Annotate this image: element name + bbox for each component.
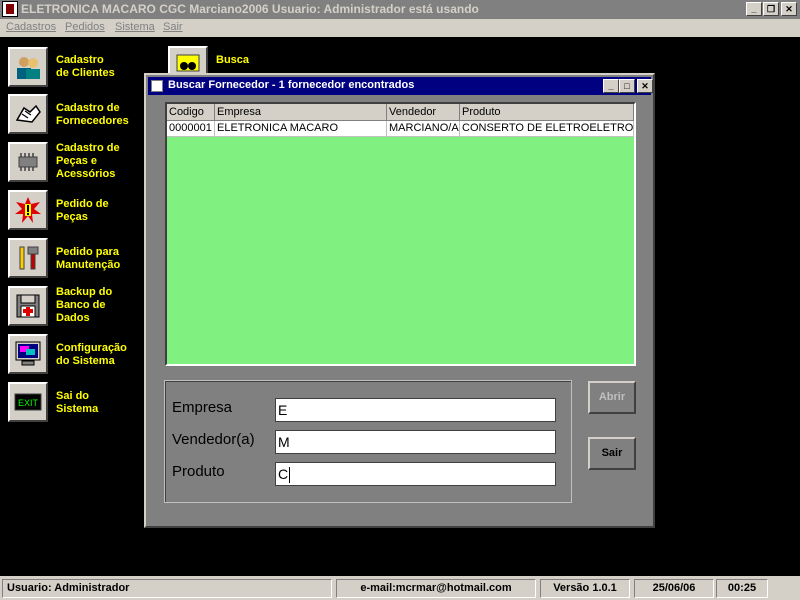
cell-empresa: ELETRONICA MACARO [215, 121, 387, 137]
column-header-empresa[interactable]: Empresa [215, 104, 387, 121]
sidebar-label-fornecedores: Cadastro de Fornecedores [56, 102, 129, 127]
sidebar-label-configuracao: Configuração do Sistema [56, 342, 127, 367]
close-button[interactable]: ✕ [781, 2, 797, 16]
minimize-button[interactable]: _ [746, 2, 762, 16]
cell-vendedor: MARCIANO/A [387, 121, 460, 137]
dialog-minimize-button[interactable]: _ [603, 79, 619, 93]
dialog-icon [151, 80, 163, 92]
status-version: Versão 1.0.1 [540, 579, 630, 598]
dialog-close-button[interactable]: ✕ [637, 79, 653, 93]
status-bar: Usuario: Administrador e-mail:mcrmar@hot… [0, 576, 800, 600]
sidebar-label-pecas: Cadastro de Peças e Acessórios [56, 142, 120, 180]
column-header-codigo[interactable]: Codigo [167, 104, 215, 121]
alert-icon [15, 197, 41, 223]
dialog-title: Buscar Fornecedor - 1 fornecedor encontr… [168, 79, 415, 91]
sidebar-label-manutencao: Pedido para Manutenção [56, 246, 121, 271]
status-date: 25/06/06 [634, 579, 714, 598]
monitor-icon [15, 341, 41, 366]
buscar-fornecedor-dialog: Buscar Fornecedor - 1 fornecedor encontr… [144, 73, 655, 528]
column-header-vendedor[interactable]: Vendedor [387, 104, 460, 121]
filter-frame: Empresa E Vendedor(a) M Produto C [164, 380, 572, 503]
sair-button[interactable]: Sair [588, 437, 636, 470]
status-email: e-mail:mcrmar@hotmail.com [336, 579, 536, 598]
main-titlebar: ELETRONICA MACARO CGC Marciano2006 Usuar… [0, 0, 800, 19]
column-header-produto[interactable]: Produto [460, 104, 634, 121]
sidebar-label-clientes: Cadastro de Clientes [56, 54, 115, 79]
people-icon [17, 57, 40, 79]
exit-icon: EXIT [14, 393, 42, 411]
dialog-maximize-button[interactable]: □ [619, 79, 635, 93]
configuracao-button[interactable] [8, 334, 48, 374]
sidebar-label-busca: Busca [216, 54, 250, 66]
produto-label: Produto [172, 463, 225, 480]
cell-produto: CONSERTO DE ELETROELETRO [460, 121, 634, 137]
vendedor-value: M [278, 434, 290, 450]
grid-header: Codigo Empresa Vendedor Produto [167, 104, 634, 121]
sidebar-label-sair: Sai do Sistema [56, 390, 99, 415]
floppy-icon [16, 294, 40, 318]
fornecedores-button[interactable] [8, 94, 48, 134]
window-title: ELETRONICA MACARO CGC Marciano2006 Usuar… [21, 2, 479, 16]
menu-pedidos[interactable]: Pedidos [65, 21, 105, 33]
menu-bar: Cadastros Pedidos Sistema Sair [0, 19, 800, 37]
chip-icon [18, 153, 38, 171]
pecas-button[interactable] [8, 142, 48, 182]
dialog-titlebar: Buscar Fornecedor - 1 fornecedor encontr… [148, 77, 653, 95]
tools-icon [19, 246, 39, 270]
vendedor-input[interactable]: M [275, 430, 556, 454]
manutencao-button[interactable] [8, 238, 48, 278]
menu-sistema[interactable]: Sistema [115, 21, 155, 33]
menu-sair[interactable]: Sair [163, 21, 183, 33]
restore-button[interactable]: ❐ [763, 2, 779, 16]
cell-codigo: 0000001 [167, 121, 215, 137]
vendedor-label: Vendedor(a) [172, 431, 255, 448]
svg-text:EXIT: EXIT [18, 398, 39, 408]
handshake-icon [15, 104, 41, 123]
produto-value: C [278, 466, 289, 482]
text-caret [289, 467, 291, 484]
sidebar-label-backup: Backup do Banco de Dados [56, 286, 113, 324]
app-icon [2, 1, 18, 17]
status-user: Usuario: Administrador [2, 579, 332, 598]
empresa-value: E [278, 402, 288, 418]
abrir-button[interactable]: Abrir [588, 381, 636, 414]
pedido-pecas-button[interactable] [8, 190, 48, 230]
sair-sistema-button[interactable]: EXIT [8, 382, 48, 422]
produto-input[interactable]: C [275, 462, 556, 486]
table-row[interactable]: 0000001 ELETRONICA MACARO MARCIANO/A CON… [167, 121, 634, 137]
sidebar-label-pedido-pecas: Pedido de Peças [56, 198, 109, 223]
results-grid[interactable]: Codigo Empresa Vendedor Produto 0000001 … [165, 102, 636, 366]
status-time: 00:25 [716, 579, 768, 598]
clientes-button[interactable] [8, 47, 48, 87]
empresa-input[interactable]: E [275, 398, 556, 422]
empresa-label: Empresa [172, 399, 233, 416]
backup-button[interactable] [8, 286, 48, 326]
menu-cadastros[interactable]: Cadastros [6, 21, 56, 33]
